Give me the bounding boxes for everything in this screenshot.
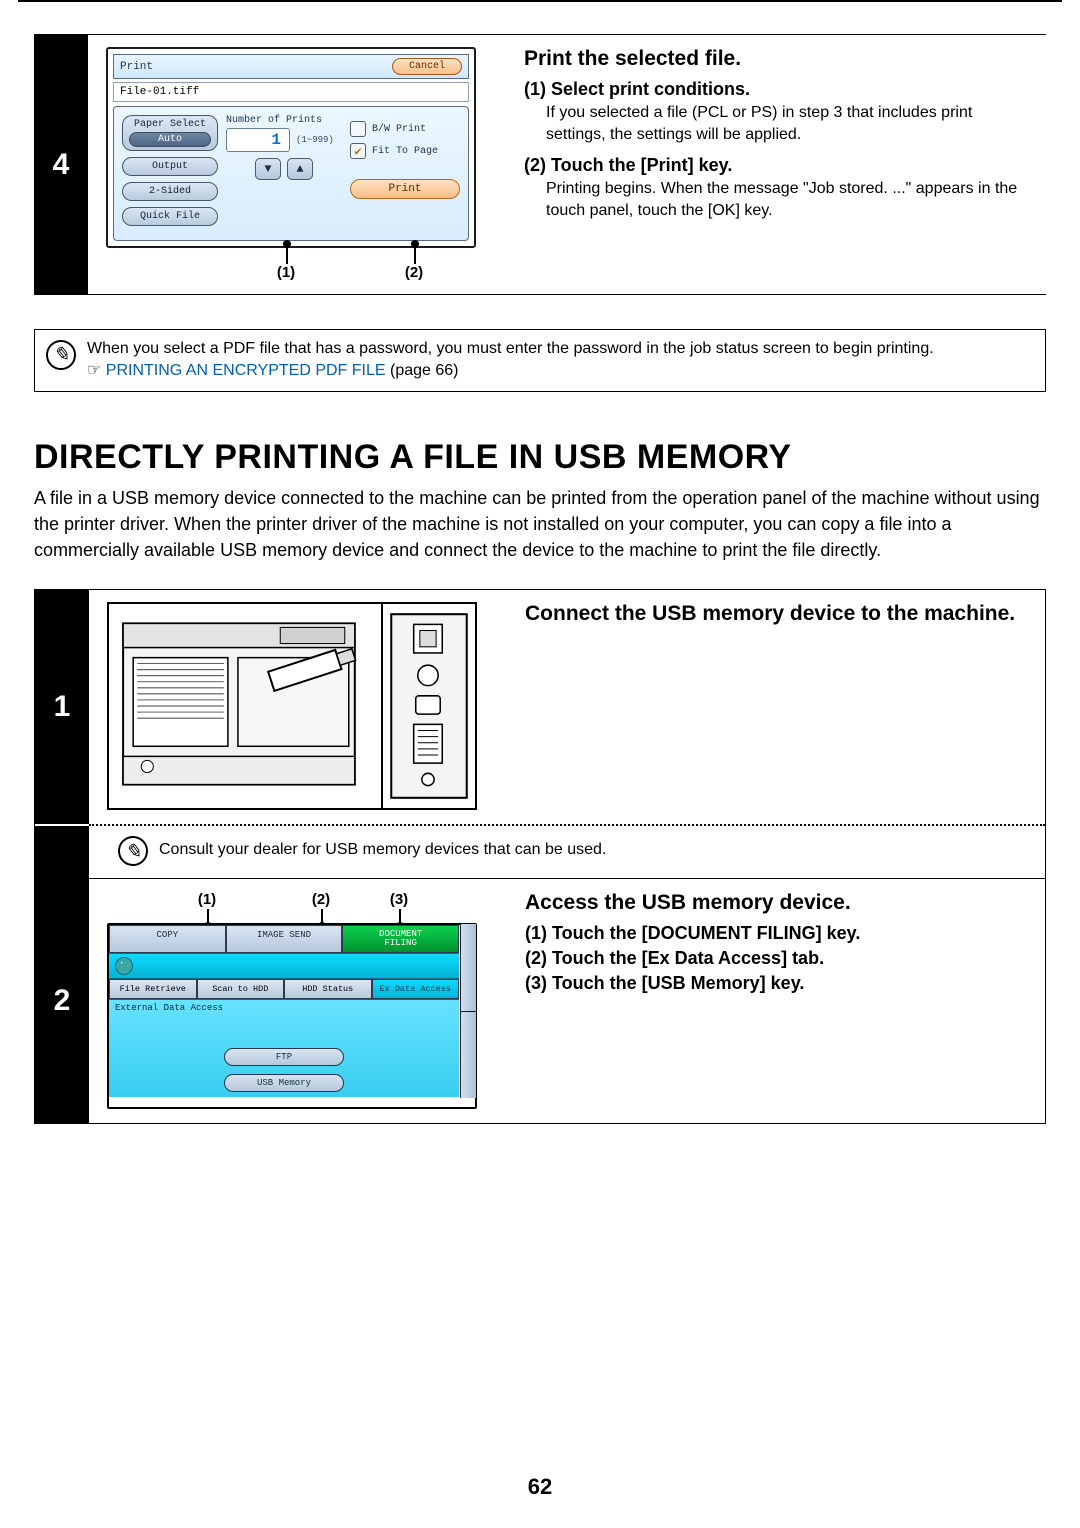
step-4-sub-1-body: If you selected a file (PCL or PS) in st… bbox=[546, 102, 1028, 145]
lcd-title: Print bbox=[120, 61, 153, 73]
side-bars bbox=[460, 924, 476, 1098]
decrement-button[interactable]: ▼ bbox=[255, 158, 281, 180]
printer-port-panel-icon bbox=[383, 604, 475, 808]
note-icon: ✎ bbox=[107, 834, 159, 866]
section-intro: A file in a USB memory device connected … bbox=[34, 485, 1046, 563]
step-2-callouts: (1) (2) (3) bbox=[107, 891, 477, 925]
hdd-status-tab[interactable]: HDD Status bbox=[284, 979, 372, 999]
lcd-print-screen: Print Cancel File-01.tiff Paper Select A… bbox=[106, 47, 476, 248]
scan-to-hdd-tab[interactable]: Scan to HDD bbox=[197, 979, 285, 999]
lcd-filename: File-01.tiff bbox=[113, 82, 469, 102]
print-button[interactable]: Print bbox=[350, 179, 460, 199]
encrypted-pdf-link[interactable]: PRINTING AN ENCRYPTED PDF FILE bbox=[106, 362, 386, 379]
copies-range: (1~999) bbox=[296, 135, 334, 145]
step-4-callouts: (1) (2) bbox=[106, 246, 496, 280]
section-title: DIRECTLY PRINTING A FILE IN USB MEMORY bbox=[34, 438, 1046, 477]
fit-to-page-option[interactable]: ✔ Fit To Page bbox=[350, 143, 460, 159]
note-text: When you select a PDF file that has a pa… bbox=[87, 338, 1035, 381]
panel-label: External Data Access bbox=[115, 1003, 223, 1013]
usb-memory-button[interactable]: USB Memory bbox=[224, 1074, 344, 1092]
callout-1: (1) bbox=[198, 891, 216, 908]
step-4-sub-2-body: Printing begins. When the message "Job s… bbox=[546, 178, 1028, 221]
dealer-note-row: ✎ Consult your dealer for USB memory dev… bbox=[35, 826, 1045, 878]
sub-tabs: File Retrieve Scan to HDD HDD Status Ex … bbox=[109, 979, 459, 999]
encrypted-pdf-note: ✎ When you select a PDF file that has a … bbox=[34, 329, 1046, 392]
output-button[interactable]: Output bbox=[122, 157, 218, 176]
lcd-main-area: Paper Select Auto Output 2-Sided Quick F… bbox=[113, 106, 469, 241]
usb-step-2-item-3: (3) Touch the [USB Memory] key. bbox=[525, 973, 1027, 994]
lcd-titlebar: Print Cancel bbox=[113, 54, 469, 79]
usb-step-2-number: 2 bbox=[35, 879, 89, 1123]
lcd-center-column: Number of Prints 1 (1~999) ▼ ▲ bbox=[226, 115, 342, 232]
note-line-1: When you select a PDF file that has a pa… bbox=[87, 338, 1035, 360]
printer-body-icon bbox=[109, 604, 381, 808]
paper-select-label: Paper Select bbox=[134, 119, 206, 130]
step-4-row: 4 Print Cancel File-01.tiff Paper S bbox=[34, 34, 1046, 295]
copy-tab[interactable]: COPY bbox=[109, 925, 226, 953]
usb-step-2-item-2: (2) Touch the [Ex Data Access] tab. bbox=[525, 948, 1027, 969]
printer-illustration bbox=[107, 602, 477, 810]
callout-2: (2) bbox=[312, 891, 330, 908]
usb-step-1-number: 1 bbox=[35, 590, 89, 824]
lcd-left-column: Paper Select Auto Output 2-Sided Quick F… bbox=[122, 115, 218, 232]
ftp-button[interactable]: FTP bbox=[224, 1048, 344, 1066]
header-strip bbox=[109, 953, 459, 979]
callout-2: (2) bbox=[405, 264, 423, 281]
document-filing-tab[interactable]: DOCUMENT FILING bbox=[342, 925, 459, 953]
globe-icon bbox=[115, 957, 133, 975]
fit-to-page-label: Fit To Page bbox=[372, 146, 438, 157]
copies-input[interactable]: 1 bbox=[226, 128, 290, 152]
step-4-number: 4 bbox=[34, 35, 88, 294]
doc-filing-label-2: FILING bbox=[384, 938, 416, 948]
note-link-prefix: ☞ bbox=[87, 362, 106, 379]
increment-button[interactable]: ▲ bbox=[287, 158, 313, 180]
page-number: 62 bbox=[0, 1474, 1080, 1500]
bw-print-label: B/W Print bbox=[372, 124, 426, 135]
callout-1: (1) bbox=[277, 264, 295, 281]
paper-select-button[interactable]: Paper Select Auto bbox=[122, 115, 218, 151]
lcd-right-column: B/W Print ✔ Fit To Page Print bbox=[350, 115, 460, 232]
usb-step-2-heading: Access the USB memory device. bbox=[525, 891, 1027, 915]
usb-step-1-instructions: Connect the USB memory device to the mac… bbox=[525, 602, 1027, 810]
two-sided-button[interactable]: 2-Sided bbox=[122, 182, 218, 201]
ex-data-panel: External Data Access FTP USB Memory bbox=[109, 999, 459, 1097]
paper-select-auto: Auto bbox=[129, 132, 211, 147]
image-send-tab[interactable]: IMAGE SEND bbox=[226, 925, 343, 953]
step-4-instructions: Print the selected file. (1) Select prin… bbox=[524, 47, 1028, 280]
step-4-sub-2-title: (2) Touch the [Print] key. bbox=[524, 155, 1028, 176]
step-4-illustration: Print Cancel File-01.tiff Paper Select A… bbox=[106, 47, 496, 280]
quick-file-button[interactable]: Quick File bbox=[122, 207, 218, 226]
step-4-heading: Print the selected file. bbox=[524, 47, 1028, 71]
note-link-suffix: (page 66) bbox=[386, 362, 459, 379]
fit-to-page-checkbox[interactable]: ✔ bbox=[350, 143, 366, 159]
usb-steps-wrap: 1 bbox=[34, 589, 1046, 1124]
mode-tabs: COPY IMAGE SEND DOCUMENT FILING bbox=[109, 925, 459, 953]
note-icon: ✎ bbox=[35, 338, 87, 381]
usb-step-1-heading: Connect the USB memory device to the mac… bbox=[525, 602, 1027, 626]
copies-label: Number of Prints bbox=[226, 115, 322, 126]
step-2-illustration: (1) (2) (3) COPY IMAGE SEND bbox=[107, 891, 477, 1109]
callout-3: (3) bbox=[390, 891, 408, 908]
bw-print-checkbox[interactable] bbox=[350, 121, 366, 137]
usb-step-2-item-1: (1) Touch the [DOCUMENT FILING] key. bbox=[525, 923, 1027, 944]
dealer-note-text: Consult your dealer for USB memory devic… bbox=[159, 841, 1027, 859]
usb-step-2-row: 2 (1) (2) (3) bbox=[35, 879, 1045, 1123]
file-retrieve-tab[interactable]: File Retrieve bbox=[109, 979, 197, 999]
pencil-icon: ✎ bbox=[46, 340, 76, 370]
bw-print-option[interactable]: B/W Print bbox=[350, 121, 460, 137]
ex-data-access-tab[interactable]: Ex Data Access bbox=[372, 979, 460, 999]
cancel-button[interactable]: Cancel bbox=[392, 58, 462, 75]
usb-step-2-instructions: Access the USB memory device. (1) Touch … bbox=[525, 891, 1027, 1109]
pencil-icon: ✎ bbox=[118, 836, 148, 866]
lcd-filing-screen: COPY IMAGE SEND DOCUMENT FILING bbox=[107, 923, 477, 1109]
step-4-sub-1-title: (1) Select print conditions. bbox=[524, 79, 1028, 100]
usb-step-1-row: 1 bbox=[35, 590, 1045, 824]
